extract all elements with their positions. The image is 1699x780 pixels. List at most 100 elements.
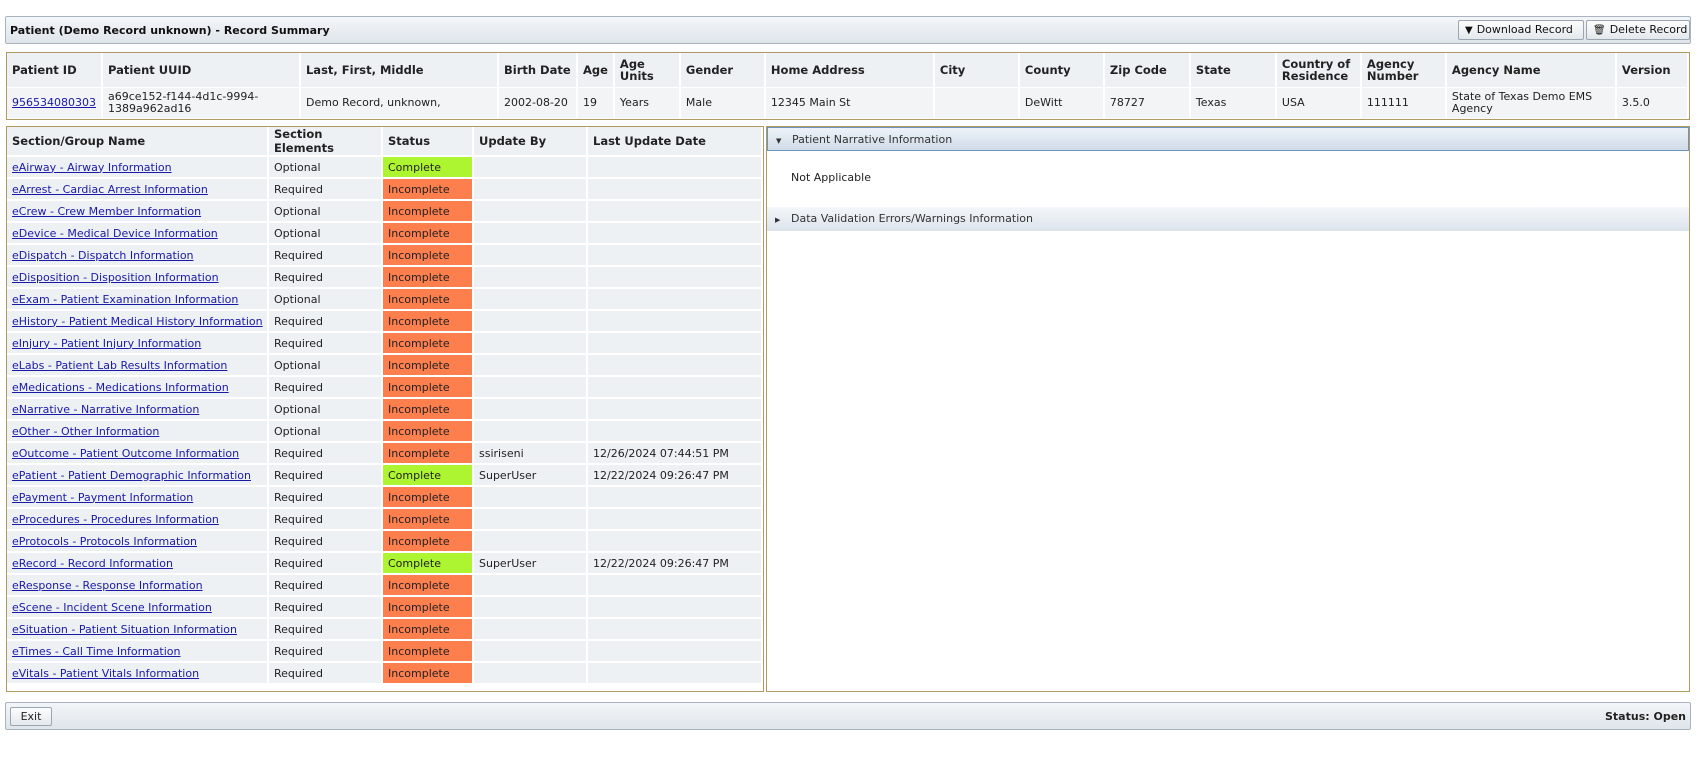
patient-col-header: City <box>934 53 1020 87</box>
update-by <box>474 375 588 397</box>
table-row: eDispatch - Dispatch Information Required… <box>7 243 763 265</box>
table-row: ePatient - Patient Demographic Informati… <box>7 463 763 485</box>
section-link[interactable]: eMedications - Medications Information <box>12 381 229 394</box>
section-link[interactable]: ePatient - Patient Demographic Informati… <box>12 469 251 482</box>
section-link[interactable]: eDisposition - Disposition Information <box>12 271 219 284</box>
last-update-date <box>588 221 763 243</box>
section-link[interactable]: eProtocols - Protocols Information <box>12 535 197 548</box>
section-link[interactable]: eArrest - Cardiac Arrest Information <box>12 183 208 196</box>
status-badge: Incomplete <box>383 485 474 507</box>
narrative-panel-title: Patient Narrative Information <box>792 133 953 146</box>
patient-data-row: 956534080303 a69ce152-f144-4d1c-9994-138… <box>7 87 1689 118</box>
status-badge: Complete <box>383 155 474 177</box>
update-by <box>474 507 588 529</box>
section-link[interactable]: eDevice - Medical Device Information <box>12 227 218 240</box>
section-link[interactable]: eOther - Other Information <box>12 425 159 438</box>
delete-record-button[interactable]: 🗑 Delete Record <box>1586 20 1690 40</box>
section-link[interactable]: eDispatch - Dispatch Information <box>12 249 194 262</box>
section-link[interactable]: eResponse - Response Information <box>12 579 203 592</box>
table-row: eMedications - Medications Information Re… <box>7 375 763 397</box>
last-update-date: 12/22/2024 09:26:47 PM <box>588 551 763 573</box>
section-link[interactable]: eVitals - Patient Vitals Information <box>12 667 199 680</box>
info-panels: ▼ Patient Narrative Information Not Appli… <box>766 126 1690 692</box>
caret-down-icon: ▼ <box>776 137 782 145</box>
section-link[interactable]: eProcedures - Procedures Information <box>12 513 219 526</box>
patient-birth-date: 2002-08-20 <box>498 87 578 118</box>
download-record-button[interactable]: ▼ Download Record <box>1458 20 1584 40</box>
update-by <box>474 419 588 441</box>
section-link[interactable]: eAirway - Airway Information <box>12 161 172 174</box>
last-update-date <box>588 309 763 331</box>
exit-button[interactable]: Exit <box>10 707 52 726</box>
status-badge: Incomplete <box>383 177 474 199</box>
update-by <box>474 595 588 617</box>
status-badge: Incomplete <box>383 617 474 639</box>
patient-id-link[interactable]: 956534080303 <box>12 96 96 109</box>
patient-uuid: a69ce152-f144-4d1c-9994-1389a962ad16 <box>102 87 301 118</box>
table-row: eTimes - Call Time Information Required In… <box>7 639 763 661</box>
last-update-date <box>588 265 763 287</box>
patient-col-header: County <box>1019 53 1105 87</box>
validation-panel-header[interactable]: ▶ Data Validation Errors/Warnings Informa… <box>767 207 1689 231</box>
narrative-panel-header[interactable]: ▼ Patient Narrative Information <box>767 127 1689 151</box>
page-title: Patient (Demo Record unknown) - Record S… <box>10 24 330 37</box>
section-link[interactable]: eScene - Incident Scene Information <box>12 601 212 614</box>
section-elements: Optional <box>269 287 383 309</box>
patient-county: DeWitt <box>1019 87 1105 118</box>
table-row: eRecord - Record Information Required Comp… <box>7 551 763 573</box>
last-update-date: 12/26/2024 07:44:51 PM <box>588 441 763 463</box>
table-row: eHistory - Patient Medical History Infor… <box>7 309 763 331</box>
section-elements: Required <box>269 507 383 529</box>
status-badge: Incomplete <box>383 397 474 419</box>
table-row: eScene - Incident Scene Information Requi… <box>7 595 763 617</box>
section-link[interactable]: eLabs - Patient Lab Results Information <box>12 359 227 372</box>
section-link[interactable]: eTimes - Call Time Information <box>12 645 181 658</box>
download-record-label: Download Record <box>1476 23 1573 36</box>
last-update-date <box>588 507 763 529</box>
patient-col-header: Agency Number <box>1361 53 1447 87</box>
footer-bar: Exit Status: Open <box>5 702 1691 730</box>
patient-col-header: State <box>1190 53 1277 87</box>
section-elements: Required <box>269 573 383 595</box>
status-badge: Incomplete <box>383 661 474 683</box>
status-badge: Incomplete <box>383 265 474 287</box>
section-link[interactable]: eExam - Patient Examination Information <box>12 293 238 306</box>
section-elements: Optional <box>269 419 383 441</box>
sections-table: Section/Group Name Section Elements Status… <box>6 126 764 692</box>
last-update-date <box>588 661 763 683</box>
last-update-date <box>588 353 763 375</box>
status-badge: Incomplete <box>383 507 474 529</box>
status-badge: Complete <box>383 551 474 573</box>
section-link[interactable]: eNarrative - Narrative Information <box>12 403 199 416</box>
update-by <box>474 243 588 265</box>
section-link[interactable]: eHistory - Patient Medical History Infor… <box>12 315 263 328</box>
update-by <box>474 177 588 199</box>
update-by <box>474 529 588 551</box>
patient-col-header: Patient ID <box>7 53 103 87</box>
table-row: eLabs - Patient Lab Results Information O… <box>7 353 763 375</box>
update-by <box>474 661 588 683</box>
update-by <box>474 397 588 419</box>
section-link[interactable]: eOutcome - Patient Outcome Information <box>12 447 239 460</box>
section-elements: Required <box>269 595 383 617</box>
section-elements: Required <box>269 441 383 463</box>
status-badge: Incomplete <box>383 331 474 353</box>
section-link[interactable]: ePayment - Payment Information <box>12 491 193 504</box>
last-update-date <box>588 595 763 617</box>
last-update-date <box>588 419 763 441</box>
section-link[interactable]: eInjury - Patient Injury Information <box>12 337 201 350</box>
patient-col-header: Home Address <box>765 53 935 87</box>
table-row: eExam - Patient Examination Information O… <box>7 287 763 309</box>
section-elements: Required <box>269 463 383 485</box>
section-elements: Optional <box>269 221 383 243</box>
table-row: eSituation - Patient Situation Informati… <box>7 617 763 639</box>
section-link[interactable]: eRecord - Record Information <box>12 557 173 570</box>
last-update-date <box>588 529 763 551</box>
section-link[interactable]: eSituation - Patient Situation Informati… <box>12 623 237 636</box>
status-badge: Incomplete <box>383 221 474 243</box>
section-link[interactable]: eCrew - Crew Member Information <box>12 205 201 218</box>
section-elements: Required <box>269 617 383 639</box>
table-row: eInjury - Patient Injury Information Requ… <box>7 331 763 353</box>
last-update-date <box>588 243 763 265</box>
title-bar: Patient (Demo Record unknown) - Record S… <box>5 16 1691 44</box>
